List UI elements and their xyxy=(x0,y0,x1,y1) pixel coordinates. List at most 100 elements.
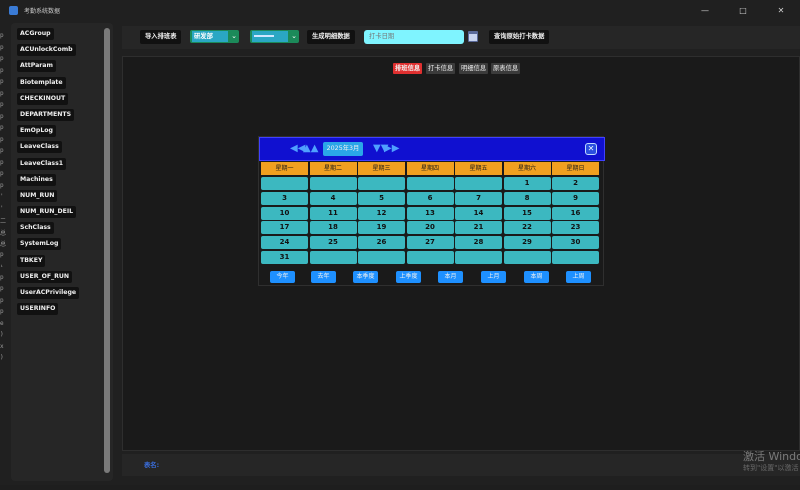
day-cell[interactable]: 18 xyxy=(309,221,357,235)
day-cell[interactable]: 7 xyxy=(455,191,502,205)
table-name-label: 表名: xyxy=(144,462,160,469)
day-cell[interactable]: 16 xyxy=(552,206,599,220)
day-cell[interactable] xyxy=(309,177,357,190)
table-item[interactable]: NUM_RUN_DEIL xyxy=(17,206,77,219)
day-cell[interactable]: 29 xyxy=(503,236,551,250)
weekday-header: 星期五 xyxy=(455,162,502,175)
day-cell[interactable]: 12 xyxy=(358,206,405,220)
day-cell[interactable]: 22 xyxy=(503,221,551,235)
maximize-button[interactable]: □ xyxy=(724,0,762,20)
punch-date-input[interactable] xyxy=(364,30,464,44)
scrollbar-thumb[interactable] xyxy=(104,28,110,473)
generate-detail-button[interactable]: 生成明细数据 xyxy=(307,30,355,44)
table-item[interactable]: UserACPrivilege xyxy=(17,287,80,299)
quick-range-button[interactable]: 上月 xyxy=(481,271,506,283)
window-controls: — □ ✕ xyxy=(686,0,800,20)
day-cell[interactable]: 21 xyxy=(455,221,502,235)
day-cell[interactable]: 30 xyxy=(552,236,599,250)
table-item[interactable]: Machines xyxy=(17,173,56,186)
edge-char: 总 xyxy=(0,241,7,248)
day-cell[interactable]: 1 xyxy=(503,177,551,190)
day-cell[interactable]: 9 xyxy=(552,191,599,205)
day-cell[interactable] xyxy=(552,251,599,264)
tab-schedule-info[interactable]: 排班信息 xyxy=(393,63,423,74)
quick-range-button[interactable]: 今年 xyxy=(270,271,295,283)
table-item[interactable]: ACGroup xyxy=(17,28,54,40)
edge-char: p xyxy=(0,135,4,143)
tab-punch-info[interactable]: 打卡信息 xyxy=(426,63,456,74)
table-item[interactable]: CHECKINOUT xyxy=(17,92,69,105)
day-cell[interactable]: 13 xyxy=(406,206,454,220)
day-cell[interactable]: 11 xyxy=(309,206,357,220)
day-cell[interactable]: 19 xyxy=(358,221,405,235)
day-cell[interactable]: 10 xyxy=(261,206,308,220)
day-cell[interactable]: 27 xyxy=(406,236,454,250)
quick-range-button[interactable]: 本周 xyxy=(524,271,549,283)
day-cell[interactable] xyxy=(503,251,551,264)
quick-range-button[interactable]: 上季度 xyxy=(396,271,421,283)
day-cell[interactable]: 23 xyxy=(552,221,599,235)
day-cell[interactable] xyxy=(406,251,454,264)
day-cell[interactable]: 24 xyxy=(261,236,308,250)
table-item[interactable]: DEPARTMENTS xyxy=(17,108,75,121)
day-cell[interactable] xyxy=(309,251,357,264)
table-item[interactable]: Biotemplate xyxy=(17,76,66,89)
day-cell[interactable] xyxy=(358,177,405,190)
quick-range-button[interactable]: 本月 xyxy=(438,271,463,283)
day-cell[interactable] xyxy=(358,251,405,264)
day-cell[interactable]: 17 xyxy=(261,221,308,235)
table-item[interactable]: TBKEY xyxy=(17,254,46,267)
minimize-button[interactable]: — xyxy=(686,0,724,20)
day-cell[interactable]: 15 xyxy=(503,206,551,220)
table-item[interactable]: USERINFO xyxy=(17,303,59,316)
day-cell[interactable]: 14 xyxy=(455,206,502,220)
table-item[interactable]: NUM_RUN xyxy=(17,189,58,202)
employee-select[interactable]: ⌄ xyxy=(250,30,299,43)
day-cell[interactable]: 20 xyxy=(406,221,454,235)
table-item[interactable]: EmOpLog xyxy=(17,125,56,138)
tab-detail-info[interactable]: 明细信息 xyxy=(459,63,489,74)
edge-char: p xyxy=(0,308,4,315)
day-cell[interactable]: 4 xyxy=(309,191,357,205)
quick-range-button[interactable]: 去年 xyxy=(311,271,336,283)
table-item[interactable]: AttParam xyxy=(17,60,56,73)
day-cell[interactable]: 5 xyxy=(358,191,405,205)
close-window-button[interactable]: ✕ xyxy=(762,0,800,20)
query-raw-punch-button[interactable]: 查询原始打卡数据 xyxy=(489,30,550,44)
day-cell[interactable]: 8 xyxy=(503,191,551,205)
quick-range-button[interactable]: 上周 xyxy=(566,271,591,283)
next-year-icon[interactable]: ▶▶ xyxy=(384,143,399,154)
department-select-value: 研发部 xyxy=(192,31,228,42)
table-item[interactable]: SystemLog xyxy=(17,238,62,251)
day-cell[interactable]: 25 xyxy=(309,236,357,250)
edge-char: e xyxy=(0,319,4,327)
weekday-header: 星期四 xyxy=(406,162,454,175)
day-cell[interactable]: 2 xyxy=(552,177,599,190)
day-cell[interactable] xyxy=(455,177,502,190)
day-cell[interactable]: 26 xyxy=(358,236,405,250)
day-cell[interactable]: 3 xyxy=(261,191,308,205)
employee-select-placeholder-bar xyxy=(254,35,274,37)
sidebar-scrollbar[interactable] xyxy=(104,28,110,473)
prev-month-icon[interactable]: ▲▲ xyxy=(303,143,318,154)
department-select[interactable]: 研发部 ⌄ xyxy=(190,30,239,43)
calendar-icon[interactable] xyxy=(468,31,478,42)
day-cell[interactable]: 28 xyxy=(455,236,502,250)
edge-char: p xyxy=(0,285,4,292)
table-item[interactable]: LeaveClass1 xyxy=(17,157,67,170)
day-cell[interactable] xyxy=(261,177,308,190)
tab-raw-table-info[interactable]: 原表信息 xyxy=(491,63,521,74)
quick-range-button[interactable]: 本季度 xyxy=(353,271,378,283)
day-cell[interactable]: 6 xyxy=(406,191,454,205)
day-cell[interactable] xyxy=(406,177,454,190)
day-cell[interactable]: 31 xyxy=(261,251,308,264)
table-item[interactable]: LeaveClass xyxy=(17,141,62,154)
table-item[interactable]: SchClass xyxy=(17,222,54,235)
weekday-header: 星期一 xyxy=(261,162,308,175)
day-cell[interactable] xyxy=(455,251,502,264)
table-item[interactable]: USER_OF_RUN xyxy=(17,270,73,283)
close-calendar-button[interactable]: ✕ xyxy=(585,143,597,155)
import-schedule-button[interactable]: 导入排班表 xyxy=(140,30,182,44)
table-item[interactable]: ACUnlockComb xyxy=(17,44,76,57)
month-label[interactable]: 2025年3月 xyxy=(323,142,363,156)
